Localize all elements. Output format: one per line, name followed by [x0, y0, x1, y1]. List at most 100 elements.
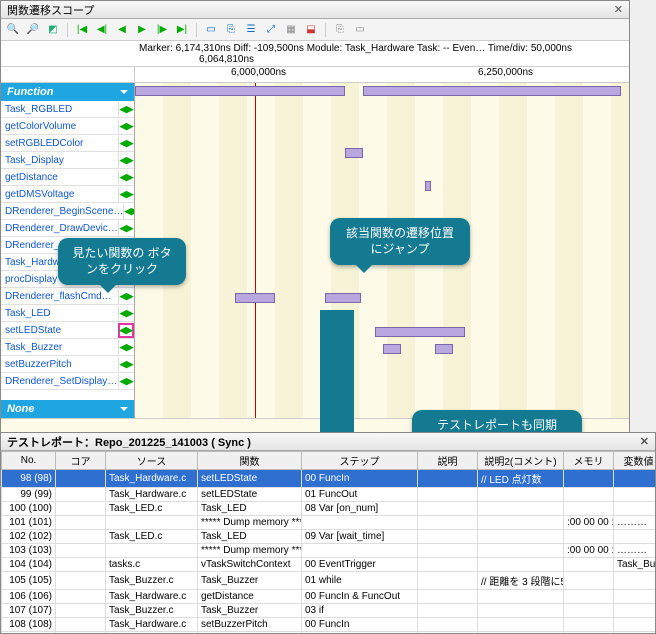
jump-prev-icon[interactable]: ◀|: [94, 22, 110, 38]
function-label: Task_RGBLED: [5, 104, 72, 115]
column-header[interactable]: コア: [56, 452, 106, 470]
function-row[interactable]: Task_Display◀▶: [1, 152, 134, 169]
jump-button[interactable]: ◀▶: [118, 306, 134, 321]
trace-bar[interactable]: [345, 148, 363, 158]
tool-g-icon[interactable]: ⎘: [332, 22, 348, 38]
jump-button[interactable]: ◀▶: [118, 170, 134, 185]
zoom-out-icon[interactable]: 🔎: [25, 22, 41, 38]
jump-button[interactable]: ◀▶: [118, 374, 134, 389]
table-row[interactable]: 106 (106)Task_Hardware.cgetDistance00 Fu…: [2, 590, 656, 604]
report-body[interactable]: No.コアソース関数ステップ説明説明2(コメント)メモリ変数値 98 (98)T…: [1, 451, 655, 633]
table-row[interactable]: 98 (98)Task_Hardware.csetLEDState00 Func…: [2, 470, 656, 488]
trace-bar[interactable]: [325, 293, 361, 303]
table-row[interactable]: 99 (99)Task_Hardware.csetLEDState01 Func…: [2, 488, 656, 502]
callout-click-button: 見たい関数の ボタンをクリック: [58, 238, 186, 285]
cell: [302, 516, 418, 530]
column-header[interactable]: 関数: [198, 452, 302, 470]
trace-bar[interactable]: [425, 181, 431, 191]
tool-a-icon[interactable]: ▭: [203, 22, 219, 38]
zoom-fit-icon[interactable]: ◩: [45, 22, 61, 38]
cell: 02 if: [302, 632, 418, 634]
tool-e-icon[interactable]: ▦: [283, 22, 299, 38]
function-row[interactable]: DRenderer_SetDisplay…◀▶: [1, 373, 134, 390]
function-header[interactable]: Function: [1, 83, 134, 101]
table-row[interactable]: 101 (101)***** Dump memory *****:00 00 0…: [2, 516, 656, 530]
function-row[interactable]: setLEDState◀▶: [1, 322, 134, 339]
table-row[interactable]: 108 (108)Task_Hardware.csetBuzzerPitch00…: [2, 618, 656, 632]
tool-d-icon[interactable]: ⤢: [263, 22, 279, 38]
column-header[interactable]: メモリ: [564, 452, 614, 470]
function-row[interactable]: setBuzzerPitch◀▶: [1, 356, 134, 373]
step-fwd-icon[interactable]: ▶: [134, 22, 150, 38]
column-header[interactable]: 説明2(コメント): [478, 452, 564, 470]
step-back-icon[interactable]: ◀: [114, 22, 130, 38]
function-label: Task_Buzzer: [5, 342, 62, 353]
function-row[interactable]: setRGBLEDColor ◀▶: [1, 135, 134, 152]
jump-button[interactable]: ◀▶: [118, 119, 134, 134]
cell: Task_Hardware.c: [106, 470, 198, 488]
function-row[interactable]: Task_Buzzer ◀▶: [1, 339, 134, 356]
trace-bar[interactable]: [383, 344, 401, 354]
tool-b-icon[interactable]: ⎘: [223, 22, 239, 38]
cell: [564, 632, 614, 634]
trace-bar[interactable]: [375, 327, 465, 337]
cell: 100 (100): [2, 502, 56, 516]
jump-button[interactable]: ◀▶: [118, 221, 134, 236]
table-row[interactable]: 107 (107)Task_Buzzer.cTask_Buzzer03 if: [2, 604, 656, 618]
jump-button[interactable]: ◀▶: [118, 323, 134, 338]
trace-bar[interactable]: [363, 86, 621, 96]
jump-first-icon[interactable]: |◀: [74, 22, 90, 38]
marker-line: [255, 83, 256, 418]
cell: [418, 470, 478, 488]
trace-bar[interactable]: [235, 293, 275, 303]
cell: [564, 502, 614, 516]
trace-bar[interactable]: [135, 86, 345, 96]
column-header[interactable]: ソース: [106, 452, 198, 470]
collapse-icon[interactable]: [120, 90, 128, 98]
column-header[interactable]: 説明: [418, 452, 478, 470]
function-label: setRGBLEDColor: [5, 138, 83, 149]
tool-f-icon[interactable]: ⬓: [303, 22, 319, 38]
jump-button[interactable]: ◀▶: [118, 187, 134, 202]
tool-c-icon[interactable]: ☰: [243, 22, 259, 38]
jump-button[interactable]: ◀▶: [118, 289, 134, 304]
table-row[interactable]: 105 (105)Task_Buzzer.cTask_Buzzer01 whil…: [2, 572, 656, 590]
table-row[interactable]: 100 (100)Task_LED.cTask_LED08 Var [on_nu…: [2, 502, 656, 516]
jump-next-icon[interactable]: |▶: [154, 22, 170, 38]
function-row[interactable]: getColorVolume◀▶: [1, 118, 134, 135]
function-row[interactable]: Task_LED◀▶: [1, 305, 134, 322]
jump-last-icon[interactable]: ▶|: [174, 22, 190, 38]
jump-button[interactable]: ◀▶: [118, 153, 134, 168]
function-row[interactable]: DRenderer_DrawDevic…◀▶: [1, 220, 134, 237]
jump-button[interactable]: ◀▶: [118, 340, 134, 355]
cell: 03 if: [302, 604, 418, 618]
jump-button[interactable]: ◀▶: [118, 102, 134, 117]
zoom-in-icon[interactable]: 🔍: [5, 22, 21, 38]
close-icon[interactable]: ✕: [614, 3, 623, 16]
function-row[interactable]: getDMSVoltage◀▶: [1, 186, 134, 203]
tool-h-icon[interactable]: ▭: [352, 22, 368, 38]
column-header[interactable]: ステップ: [302, 452, 418, 470]
column-header[interactable]: 変数値: [614, 452, 656, 470]
collapse-icon[interactable]: [120, 407, 128, 415]
function-row[interactable]: getDistance◀▶: [1, 169, 134, 186]
table-row[interactable]: 109 (109)Task_Hardware.csetBuzzerPitch02…: [2, 632, 656, 634]
table-row[interactable]: 103 (103)***** Dump memory *****:00 00 0…: [2, 544, 656, 558]
jump-button[interactable]: ◀▶: [118, 136, 134, 151]
time-tick: 6,250,000ns: [382, 67, 629, 82]
cell: // LED 点灯数: [478, 470, 564, 488]
jump-button[interactable]: ◀▶: [123, 204, 134, 219]
function-row[interactable]: Task_RGBLED ◀▶: [1, 101, 134, 118]
close-icon[interactable]: ✕: [640, 435, 649, 448]
jump-button[interactable]: ◀▶: [118, 357, 134, 372]
cell: [614, 530, 656, 544]
cell: [418, 488, 478, 502]
table-row[interactable]: 102 (102)Task_LED.cTask_LED09 Var [wait_…: [2, 530, 656, 544]
trace-bar[interactable]: [435, 344, 453, 354]
cell: [418, 590, 478, 604]
column-header[interactable]: No.: [2, 452, 56, 470]
table-row[interactable]: 104 (104)tasks.cvTaskSwitchContext00 Eve…: [2, 558, 656, 572]
none-header[interactable]: None: [1, 400, 134, 418]
function-row[interactable]: DRenderer_BeginScene…◀▶: [1, 203, 134, 220]
cell: Task_Hardware.c: [106, 488, 198, 502]
